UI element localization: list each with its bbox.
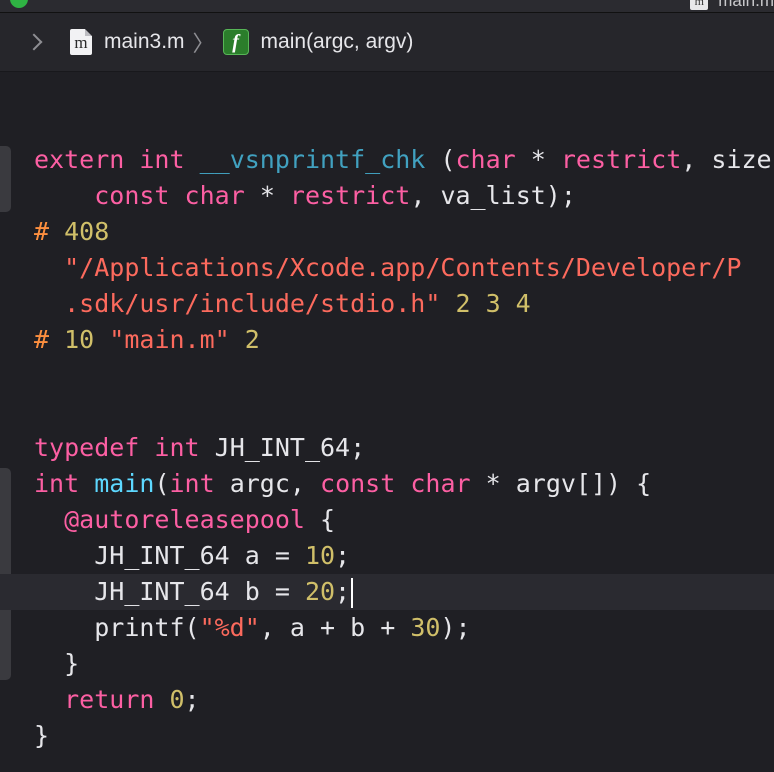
title-bar: m main.m (0, 0, 774, 13)
file-icon: m (690, 0, 709, 10)
code-line[interactable]: .sdk/usr/include/stdio.h" 2 3 4 (34, 286, 531, 322)
top-file-tab[interactable]: m main.m (690, 0, 774, 11)
code-line[interactable]: "/Applications/Xcode.app/Contents/Develo… (34, 250, 741, 286)
xcode-window: m main.m m main3.m 〉 f main(argc, argv) … (0, 0, 774, 772)
code-line[interactable]: typedef int JH_INT_64; (34, 430, 365, 466)
objc-file-icon: m (70, 29, 92, 55)
code-line[interactable]: int main(int argc, const char * argv[]) … (34, 466, 651, 502)
breadcrumb-function[interactable]: main(argc, argv) (261, 30, 414, 54)
window-zoom-button[interactable] (10, 0, 28, 8)
code-line-current[interactable]: JH_INT_64 b = 20; (34, 574, 354, 610)
text-cursor (351, 578, 354, 608)
chevron-right-icon[interactable] (28, 35, 42, 49)
function-icon: f (222, 29, 249, 55)
breadcrumb-separator: 〉 (192, 31, 215, 56)
jump-bar: m main3.m 〉 f main(argc, argv) (0, 13, 774, 72)
top-file-name: main.m (718, 0, 774, 10)
code-line[interactable]: extern int __vsnprintf_chk (char * restr… (34, 142, 772, 178)
code-line[interactable]: printf("%d", a + b + 30); (34, 610, 470, 646)
code-line[interactable]: const char * restrict, va_list); (34, 178, 576, 214)
code-editor[interactable]: extern int __vsnprintf_chk (char * restr… (0, 72, 774, 772)
code-line[interactable]: @autoreleasepool { (34, 502, 335, 538)
code-line[interactable]: # 408 (34, 214, 109, 250)
code-line[interactable]: } (34, 718, 49, 754)
code-line[interactable]: return 0; (34, 682, 200, 718)
breadcrumb-file[interactable]: main3.m (104, 30, 185, 54)
code-line[interactable]: } (34, 646, 79, 682)
change-bar (0, 146, 11, 212)
code-line[interactable]: JH_INT_64 a = 10; (34, 538, 350, 574)
code-line[interactable]: # 10 "main.m" 2 (34, 322, 260, 358)
